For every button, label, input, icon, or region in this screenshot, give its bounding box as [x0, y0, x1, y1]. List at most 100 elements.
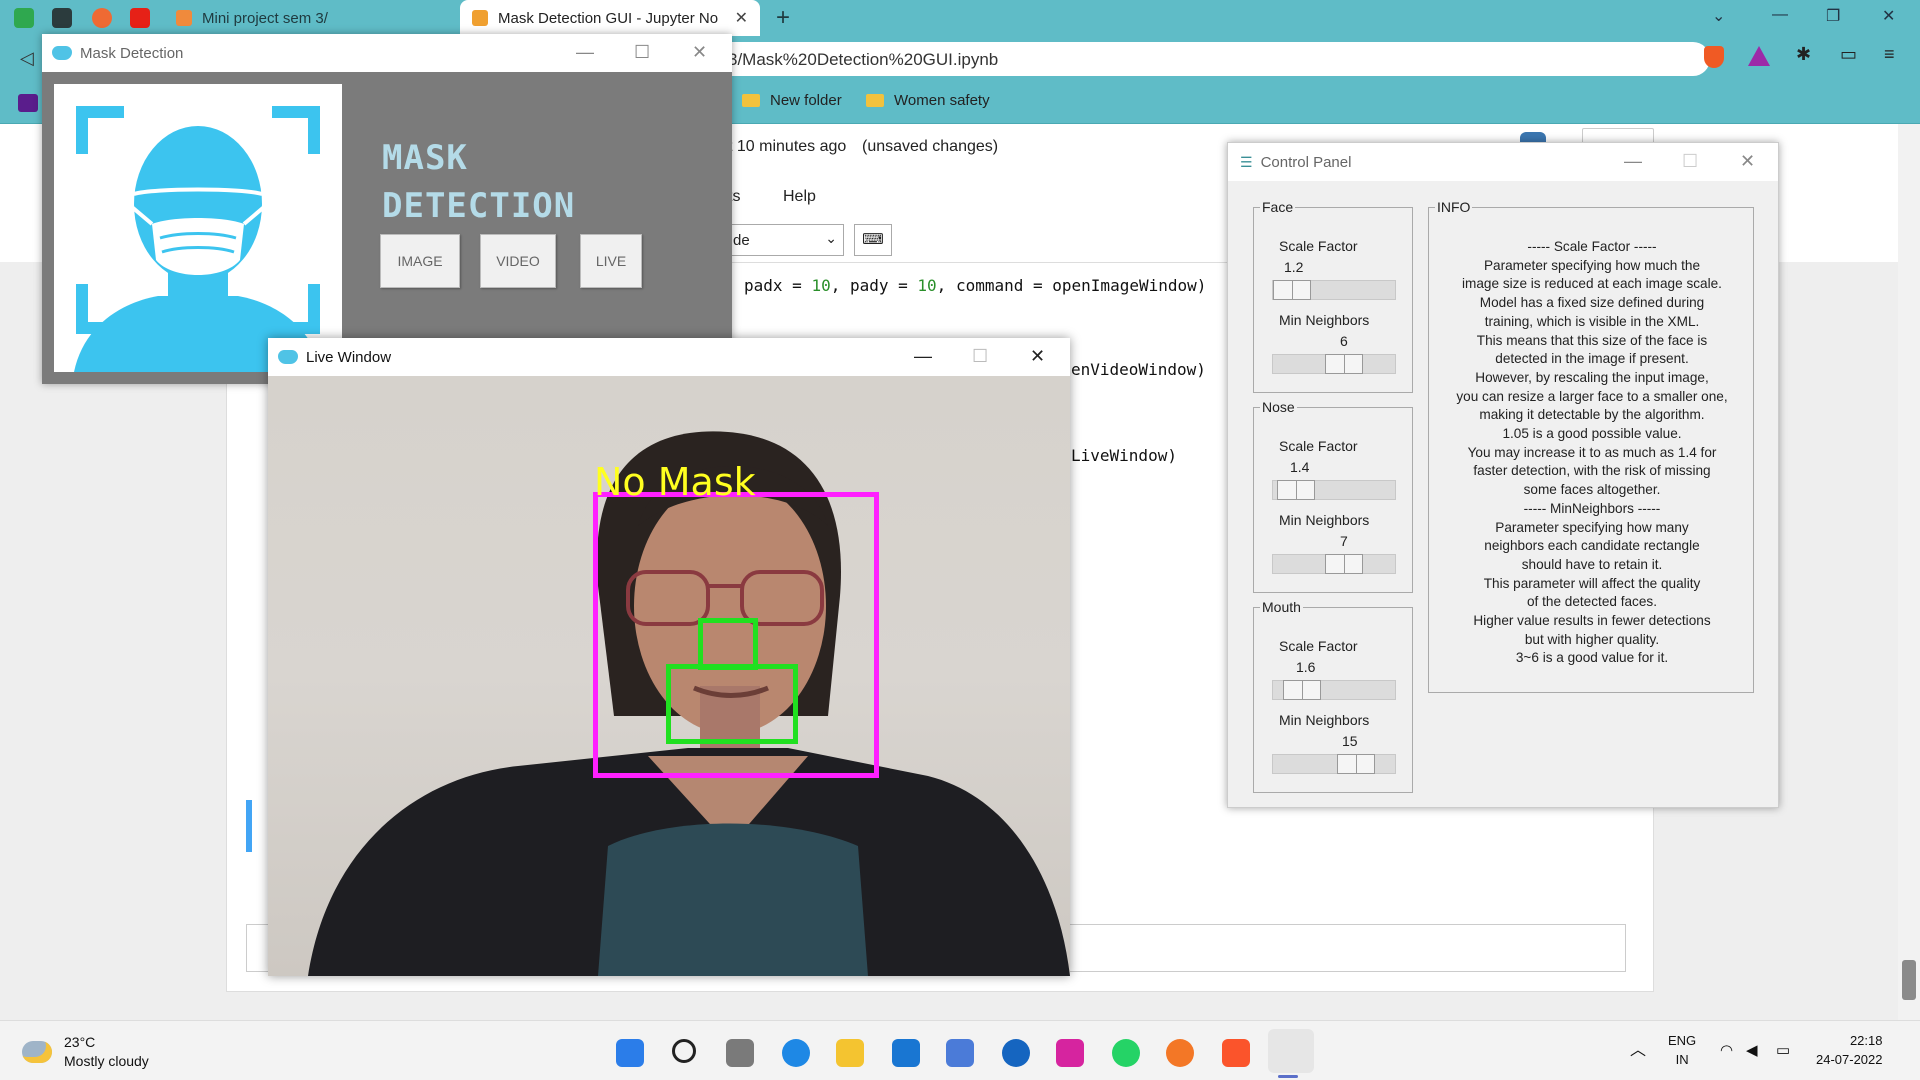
maximize-icon[interactable]: ☐ [972, 346, 988, 367]
mask-icon [52, 46, 72, 60]
brave-shield-icon[interactable] [1704, 46, 1724, 68]
windows-taskbar: 23°C Mostly cloudy ︿ ENG IN ◠ ◀ ▭ 22:18 … [0, 1020, 1920, 1080]
back-icon[interactable]: ◁ [20, 48, 34, 69]
bookmark-label: New folder [770, 92, 842, 109]
close-icon[interactable]: ✕ [1882, 6, 1895, 26]
python-app-icon[interactable] [1268, 1029, 1314, 1073]
close-tab-icon[interactable]: ✕ [735, 8, 748, 28]
mail-icon[interactable] [892, 1039, 920, 1067]
menu-item-help[interactable]: Help [783, 188, 816, 206]
live-window: Live Window — ☐ ✕ No Mask [268, 338, 1070, 976]
heading-line: DETECTION [382, 186, 576, 226]
extensions-icon[interactable]: ✱ [1796, 44, 1811, 65]
slider-thumb[interactable] [1325, 354, 1363, 374]
code-text: , command = openImageWindow) [936, 276, 1207, 295]
face-neighbors-slider[interactable] [1272, 354, 1396, 374]
url-text: 3/Mask%20Detection%20GUI.ipynb [728, 50, 999, 69]
group-label: INFO [1435, 199, 1473, 215]
mouth-neighbors-slider[interactable] [1272, 754, 1396, 774]
search-icon[interactable] [672, 1039, 696, 1063]
tab-label: Mask Detection GUI - Jupyter No [498, 9, 719, 27]
close-icon[interactable]: ✕ [1740, 151, 1755, 172]
scale-factor-label: Scale Factor [1279, 638, 1358, 654]
url-field[interactable]: 3/Mask%20Detection%20GUI.ipynb [710, 42, 1710, 76]
minimize-icon[interactable]: — [1624, 151, 1642, 172]
instagram-icon[interactable] [1056, 1039, 1084, 1067]
temperature: 23°C [64, 1034, 96, 1050]
volume-icon[interactable]: ◀ [1746, 1041, 1758, 1060]
restore-icon[interactable]: ❐ [1826, 6, 1840, 26]
slider-thumb[interactable] [1325, 554, 1363, 574]
window-titlebar: Live Window — ☐ ✕ [268, 338, 1070, 376]
slider-thumb[interactable] [1337, 754, 1375, 774]
language-code: ENG [1668, 1033, 1697, 1048]
drive-icon[interactable] [14, 8, 34, 28]
bookmark-women-safety[interactable]: Women safety [866, 92, 990, 109]
wallet-icon[interactable]: ▭ [1840, 44, 1857, 65]
nose-neighbors-slider[interactable] [1272, 554, 1396, 574]
minimize-icon[interactable]: — [1772, 6, 1788, 24]
scrollbar-thumb[interactable] [1902, 960, 1916, 1000]
task-view-icon[interactable] [726, 1039, 754, 1067]
save-status: t 10 minutes ago [728, 138, 847, 155]
face-mask-icon [74, 106, 322, 372]
cortana-icon[interactable] [1002, 1039, 1030, 1067]
youtube-icon[interactable] [130, 8, 150, 28]
detection-label: No Mask [594, 460, 756, 504]
new-tab-button[interactable]: + [776, 4, 790, 32]
menu-icon[interactable]: ≡ [1884, 44, 1895, 65]
close-icon[interactable]: ✕ [1030, 346, 1045, 367]
face-scale-slider[interactable] [1272, 280, 1396, 300]
mouth-scale-slider[interactable] [1272, 680, 1396, 700]
slider-thumb[interactable] [1277, 480, 1315, 500]
whatsapp-icon[interactable] [1112, 1039, 1140, 1067]
hourglass-icon [472, 10, 488, 26]
pinned-site-icon[interactable] [52, 8, 72, 28]
window-title: Live Window [306, 348, 392, 366]
tab-mask-detection-gui[interactable]: Mask Detection GUI - Jupyter No ✕ [460, 0, 760, 36]
slider-thumb[interactable] [1273, 280, 1311, 300]
window-title: Mask Detection [80, 44, 184, 62]
minimize-icon[interactable]: — [576, 42, 594, 63]
slider-thumb[interactable] [1283, 680, 1321, 700]
scale-factor-value: 1.4 [1290, 459, 1310, 475]
maximize-icon[interactable]: ☐ [634, 42, 650, 63]
code-text: padx = [744, 276, 812, 295]
image-button[interactable]: IMAGE [380, 234, 460, 288]
info-panel: INFO ----- Scale Factor ----- Parameter … [1428, 199, 1754, 693]
maximize-icon[interactable]: ☐ [1682, 151, 1698, 172]
pinned-site-icon[interactable] [92, 8, 112, 28]
bookmark-app-icon[interactable] [18, 94, 38, 112]
brave-rewards-icon[interactable] [1748, 46, 1770, 66]
tab-label: Mini project sem 3/ [202, 9, 328, 27]
wifi-icon[interactable]: ◠ [1720, 1041, 1733, 1060]
jupyter-icon[interactable] [1166, 1039, 1194, 1067]
page-scrollbar[interactable] [1898, 124, 1920, 1020]
live-button[interactable]: LIVE [580, 234, 642, 288]
close-icon[interactable]: ✕ [692, 42, 707, 63]
cell-type-select[interactable]: de ⌄ [728, 224, 844, 256]
mask-detection-window: Mask Detection — ☐ ✕ MASK DETECTION IMAG [42, 34, 732, 384]
min-neighbors-label: Min Neighbors [1279, 512, 1370, 528]
weather-widget[interactable]: 23°C Mostly cloudy [22, 1033, 149, 1071]
info-text: ----- Scale Factor ----- Parameter speci… [1456, 239, 1728, 666]
video-button[interactable]: VIDEO [480, 234, 556, 288]
tab-search-icon[interactable]: ⌄ [1712, 6, 1725, 26]
nose-scale-slider[interactable] [1272, 480, 1396, 500]
keyboard-icon[interactable]: ⌨ [854, 224, 892, 256]
minimize-icon[interactable]: — [914, 346, 932, 367]
edge-icon[interactable] [782, 1039, 810, 1067]
clock[interactable]: 22:18 24-07-2022 [1816, 1031, 1883, 1069]
tab-mini-project[interactable]: Mini project sem 3/ [164, 0, 454, 36]
file-explorer-icon[interactable] [836, 1039, 864, 1067]
chevron-down-icon: ⌄ [825, 230, 837, 246]
scale-factor-label: Scale Factor [1279, 438, 1358, 454]
battery-icon[interactable]: ▭ [1776, 1041, 1790, 1060]
store-icon[interactable] [946, 1039, 974, 1067]
weather-condition: Mostly cloudy [64, 1053, 149, 1069]
brave-icon[interactable] [1222, 1039, 1250, 1067]
language-indicator[interactable]: ENG IN [1668, 1031, 1696, 1069]
windows-start-icon[interactable] [616, 1039, 644, 1067]
chevron-up-icon[interactable]: ︿ [1630, 1041, 1646, 1060]
bookmark-new-folder[interactable]: New folder [742, 92, 842, 109]
